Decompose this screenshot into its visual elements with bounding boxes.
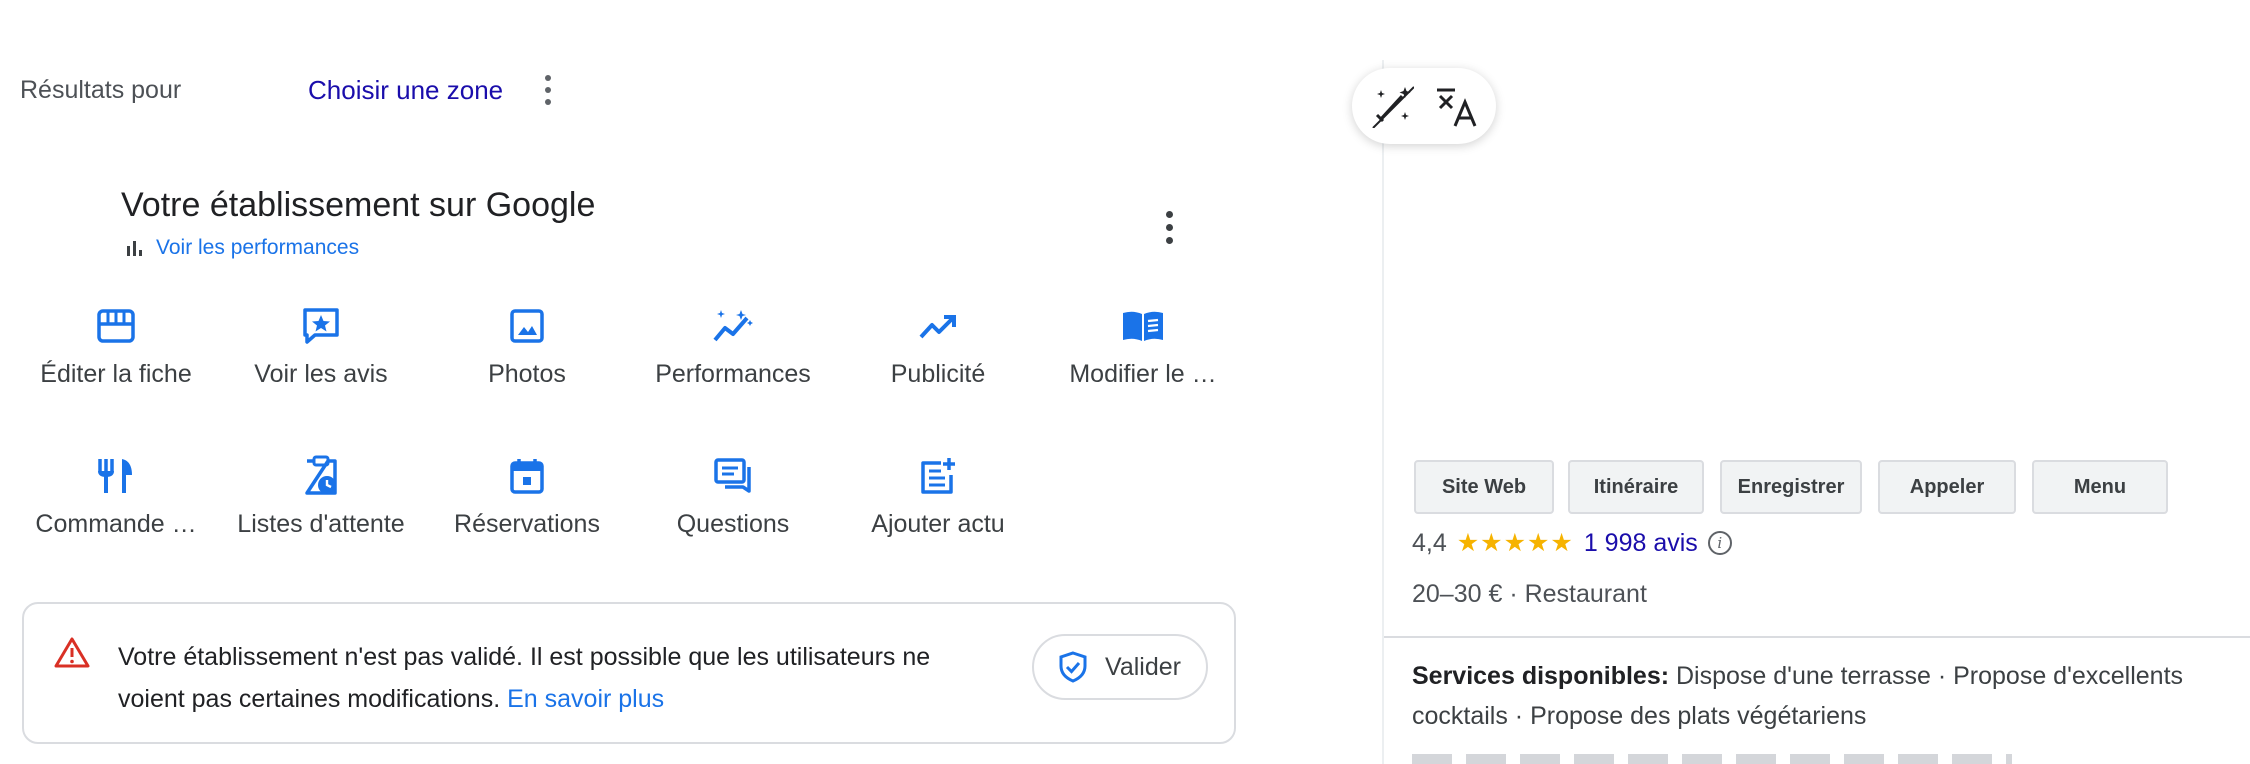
save-button[interactable]: Enregistrer [1720, 460, 1862, 514]
call-button[interactable]: Appeler [1878, 460, 2016, 514]
floating-tools [1352, 68, 1496, 144]
menu-button[interactable]: Menu [2032, 460, 2168, 514]
learn-more-link[interactable]: En savoir plus [507, 685, 664, 713]
validate-label: Valider [1105, 652, 1181, 681]
results-for-label: Résultats pour [20, 76, 182, 104]
place-category: Restaurant [1524, 580, 1647, 608]
action-photos[interactable]: Photos [427, 304, 627, 389]
business-more-button[interactable] [1160, 205, 1178, 249]
separator: · [1502, 580, 1525, 608]
more-vert-icon [1160, 205, 1178, 249]
action-questions[interactable]: Questions [633, 454, 833, 539]
business-title: Votre établissement sur Google [121, 186, 596, 224]
results-more-button[interactable] [540, 72, 556, 108]
action-performance[interactable]: Performances [633, 304, 833, 389]
action-label: Photos [488, 360, 566, 388]
action-label: Questions [676, 510, 790, 538]
trending-up-icon [919, 315, 956, 339]
performance-link-row[interactable]: Voir les performances [126, 236, 359, 260]
action-reservations[interactable]: Réservations [427, 454, 627, 539]
fork-knife-icon [98, 459, 132, 493]
sparkle-trend-icon [713, 310, 753, 342]
validate-button[interactable]: Valider [1032, 634, 1208, 700]
action-ads[interactable]: Publicité [838, 304, 1038, 389]
warning-message: Votre établissement n'est pas validé. Il… [118, 636, 998, 720]
action-label: Voir les avis [254, 360, 388, 388]
choose-zone-link[interactable]: Choisir une zone [308, 75, 503, 106]
services-label: Services disponibles: [1412, 662, 1670, 690]
magic-wand-icon[interactable] [1370, 84, 1414, 128]
clear-formatting-icon[interactable] [1433, 84, 1479, 128]
website-button[interactable]: Site Web [1414, 460, 1554, 514]
rating-row: 4,4 ★★★★★ 1 998 avis i [1412, 528, 1732, 558]
star-rating: ★★★★★ [1456, 529, 1574, 557]
storefront-icon [97, 309, 135, 343]
rating-value: 4,4 [1412, 528, 1447, 557]
price-category-row: 20–30 € · Restaurant [1412, 580, 1647, 609]
waitlist-clipboard-icon [305, 455, 337, 495]
action-label: Publicité [890, 360, 986, 388]
more-vert-icon [540, 72, 556, 108]
cutoff-text-line [1412, 754, 2012, 764]
section-divider [1384, 636, 2250, 638]
services-section: Services disponibles: Dispose d'une terr… [1412, 656, 2212, 736]
action-label: Réservations [454, 510, 600, 538]
action-view-reviews[interactable]: Voir les avis [221, 304, 421, 389]
verified-shield-icon [1059, 651, 1087, 683]
directions-button[interactable]: Itinéraire [1568, 460, 1704, 514]
action-add-post[interactable]: Ajouter actu [838, 454, 1038, 539]
action-label: Commande … [35, 510, 197, 538]
photo-icon [510, 309, 544, 343]
action-label: Éditer la fiche [40, 360, 192, 388]
action-edit-profile[interactable]: Éditer la fiche [16, 304, 216, 389]
performance-link[interactable]: Voir les performances [156, 236, 359, 260]
menu-book-icon [1123, 311, 1163, 341]
action-label: Performances [655, 360, 811, 388]
chat-questions-icon [714, 458, 751, 493]
action-label: Listes d'attente [237, 510, 405, 538]
panel-divider [1382, 60, 1384, 764]
post-add-icon [921, 458, 955, 494]
action-orders[interactable]: Commande … [16, 454, 216, 539]
warning-triangle-icon [54, 637, 90, 668]
action-waitlists[interactable]: Listes d'attente [221, 454, 421, 539]
calendar-icon [510, 459, 544, 494]
action-label: Ajouter actu [871, 510, 1005, 538]
bar-chart-icon [127, 241, 142, 256]
review-star-icon [303, 308, 339, 344]
action-edit-menu[interactable]: Modifier le … [1043, 304, 1243, 389]
price-range: 20–30 € [1412, 580, 1503, 608]
action-label: Modifier le … [1069, 360, 1217, 388]
info-icon[interactable]: i [1707, 531, 1732, 555]
reviews-link[interactable]: 1 998 avis [1584, 529, 1698, 558]
